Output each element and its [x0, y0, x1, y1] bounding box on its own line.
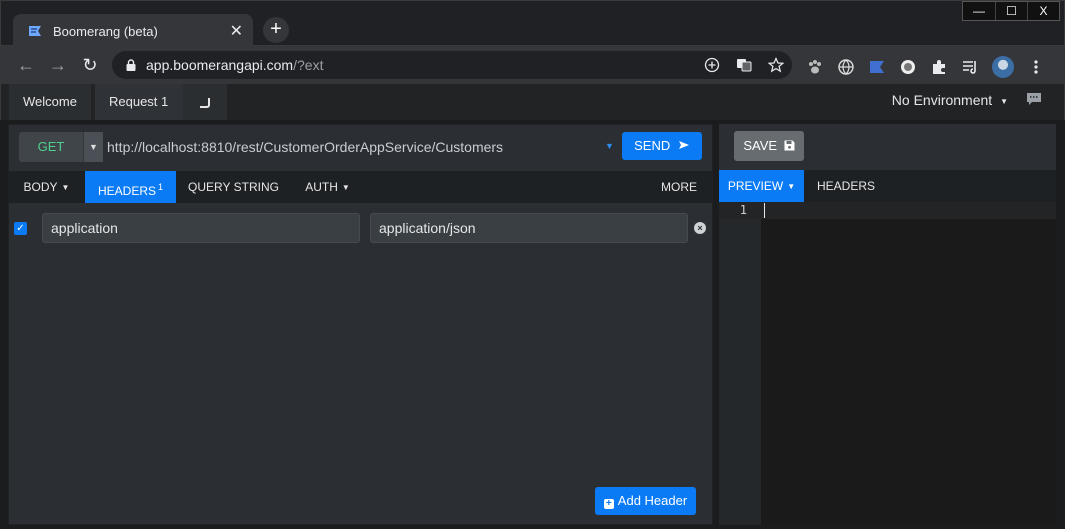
minimize-button[interactable]: —	[963, 2, 995, 20]
extensions-puzzle-icon[interactable]	[930, 58, 948, 76]
url-history-dropdown-icon[interactable]: ▼	[605, 141, 614, 151]
feedback-chat-icon[interactable]	[1026, 92, 1042, 106]
translate-icon[interactable]	[736, 57, 752, 73]
browser-titlebar: Boomerang (beta) ✕ + — ☐ X	[0, 0, 1065, 48]
method-selector[interactable]: GET ▼	[19, 132, 103, 162]
new-request-tab-button[interactable]	[183, 84, 227, 120]
tab-headers[interactable]: HEADERS 1	[85, 171, 176, 203]
chevron-down-icon: ▼	[61, 183, 70, 192]
tab-more[interactable]: MORE	[649, 171, 709, 203]
request-tabs: BODY ▼ HEADERS 1 QUERY STRING AUTH ▼ MORE	[9, 171, 712, 203]
chevron-down-icon: ▼	[341, 183, 350, 192]
boomerang-new-icon	[200, 98, 210, 108]
url-host: app.boomerangapi.com	[146, 57, 294, 73]
headers-count-badge: 1	[158, 182, 164, 192]
line-gutter	[719, 202, 761, 525]
tab-body[interactable]: BODY ▼	[9, 171, 84, 203]
tab-preview[interactable]: PREVIEW ▼	[719, 170, 804, 202]
send-arrow-icon	[678, 141, 689, 149]
paw-extension-icon[interactable]	[806, 58, 824, 76]
text-cursor	[764, 203, 765, 218]
maximize-button[interactable]: ☐	[995, 2, 1027, 20]
plus-icon: +	[603, 499, 614, 509]
remove-header-icon[interactable]: ×	[694, 222, 706, 234]
globe-extension-icon[interactable]	[837, 58, 855, 76]
reading-list-icon[interactable]	[961, 58, 979, 76]
save-button[interactable]: SAVE	[734, 131, 804, 161]
record-extension-icon[interactable]	[899, 58, 917, 76]
request-url-input[interactable]: http://localhost:8810/rest/CustomerOrder…	[107, 132, 607, 162]
browser-tab-title: Boomerang (beta)	[53, 23, 158, 39]
tab-welcome[interactable]: Welcome	[9, 84, 91, 120]
response-panel: SAVE PREVIEW ▼ HEADERS 1	[719, 124, 1056, 525]
chevron-down-icon: ▼	[1000, 97, 1008, 106]
header-value-input[interactable]: application/json	[370, 213, 688, 243]
line-number: 1	[739, 203, 747, 217]
back-icon[interactable]: ←	[10, 55, 42, 76]
url-path: /?ext	[293, 57, 324, 73]
window-close-button[interactable]: X	[1027, 2, 1059, 20]
environment-selector[interactable]: No Environment ▼	[892, 84, 1008, 120]
http-method[interactable]: GET	[19, 132, 83, 162]
reload-icon[interactable]: ↻	[74, 55, 106, 76]
method-dropdown-icon[interactable]: ▼	[83, 132, 103, 162]
header-enabled-checkbox[interactable]: ✓	[14, 222, 27, 235]
boomerang-extension-icon[interactable]	[868, 58, 886, 76]
add-header-button[interactable]: + Add Header	[595, 487, 696, 515]
chevron-down-icon: ▼	[787, 182, 796, 191]
new-tab-button[interactable]: +	[263, 17, 289, 43]
send-button[interactable]: SEND	[622, 132, 702, 160]
send-label: SEND	[634, 138, 671, 153]
header-row: ✓ application application/json ×	[9, 213, 712, 245]
profile-avatar[interactable]	[992, 56, 1014, 78]
header-key-input[interactable]: application	[42, 213, 360, 243]
address-bar[interactable]: app.boomerangapi.com/?ext	[112, 51, 792, 79]
browser-tab[interactable]: Boomerang (beta) ✕	[13, 14, 253, 48]
boomerang-favicon-icon	[27, 23, 43, 39]
environment-label: No Environment	[891, 92, 993, 108]
tab-auth[interactable]: AUTH ▼	[291, 171, 364, 203]
tab-response-headers[interactable]: HEADERS	[809, 170, 883, 202]
forward-icon[interactable]: →	[42, 55, 74, 76]
request-panel: GET ▼ http://localhost:8810/rest/Custome…	[8, 124, 713, 525]
save-floppy-icon	[784, 140, 795, 151]
browser-toolbar: ← → ↻ app.boomerangapi.com/?ext	[0, 46, 1065, 84]
app-tabs-bar: Welcome Request 1 No Environment ▼	[0, 84, 1065, 120]
window-controls: — ☐ X	[962, 1, 1060, 21]
install-app-icon[interactable]	[704, 57, 720, 73]
response-editor[interactable]: 1	[719, 202, 1056, 525]
tab-close-icon[interactable]: ✕	[230, 21, 243, 41]
browser-menu-icon[interactable]	[1027, 58, 1045, 76]
bookmark-star-icon[interactable]	[767, 57, 785, 73]
tab-query-string[interactable]: QUERY STRING	[176, 171, 291, 203]
lock-icon	[124, 58, 138, 72]
tab-request-1[interactable]: Request 1	[95, 84, 195, 120]
response-tabs: PREVIEW ▼ HEADERS	[719, 170, 1056, 202]
active-line-highlight	[719, 202, 1056, 219]
